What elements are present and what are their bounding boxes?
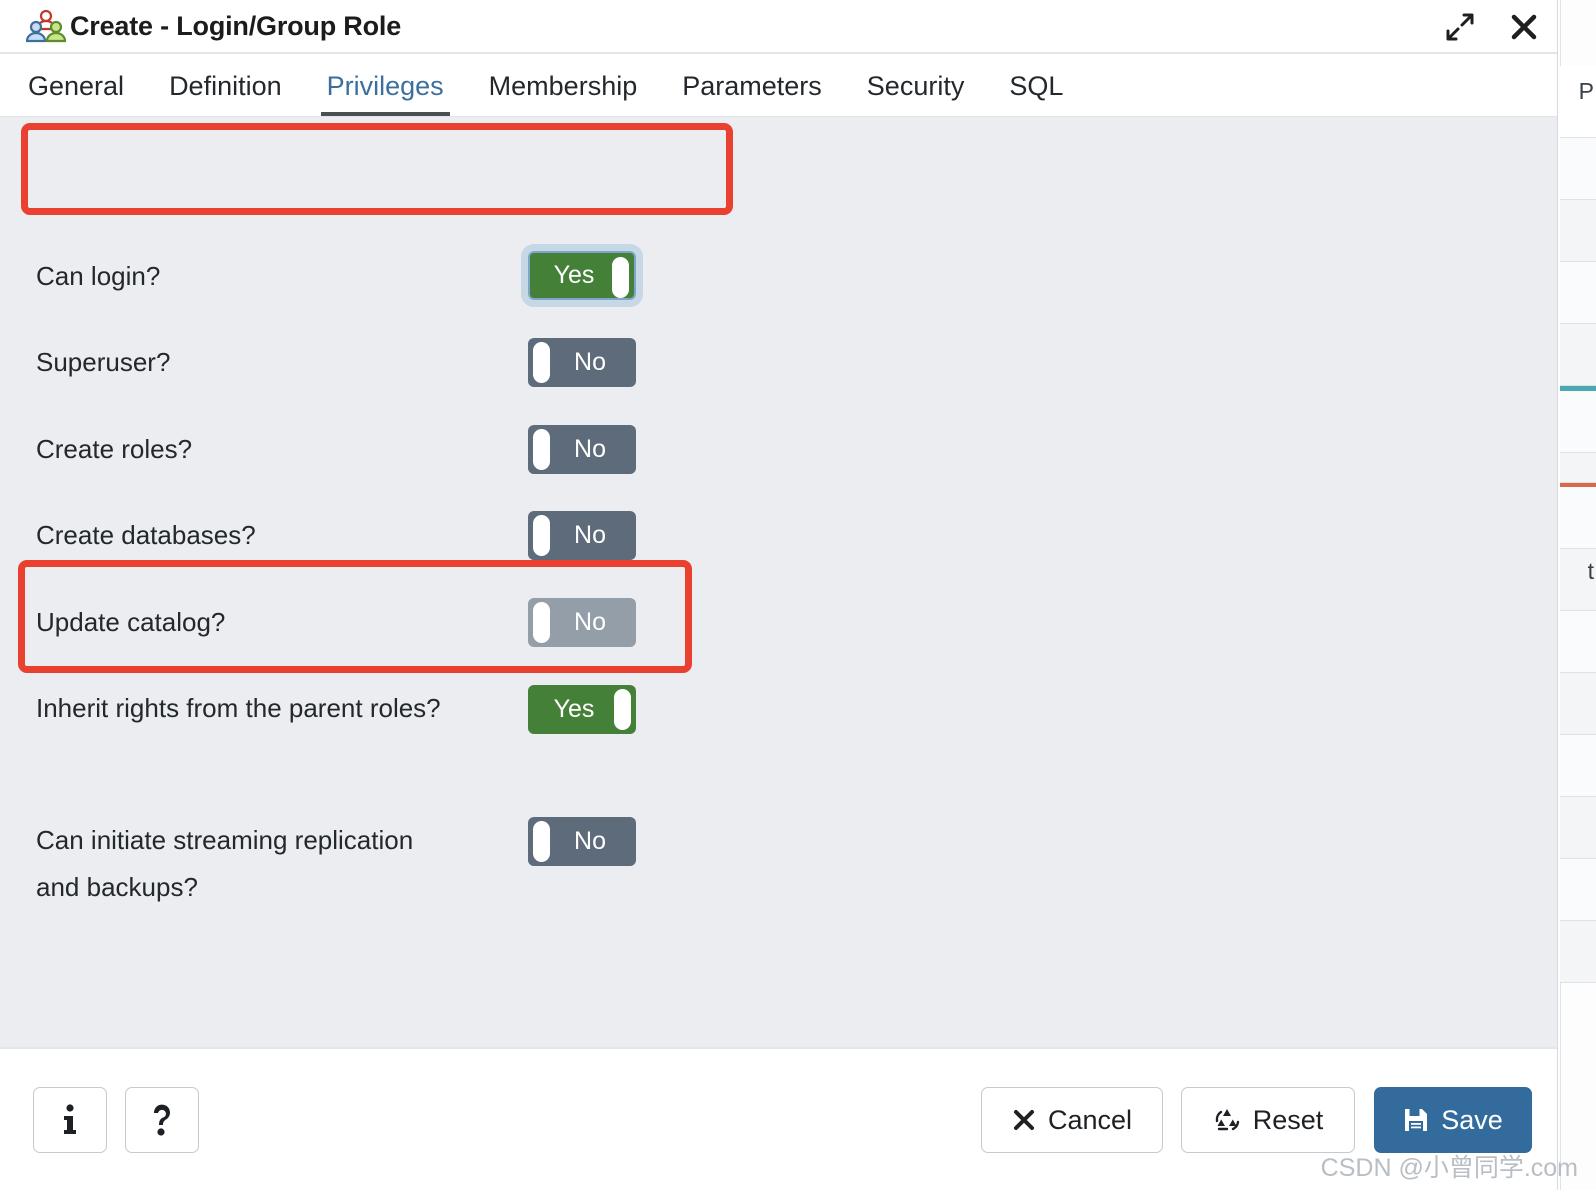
dialog-tabs: General Definition Privileges Membership… bbox=[0, 54, 1557, 116]
tab-sql[interactable]: SQL bbox=[1009, 71, 1063, 116]
tab-general[interactable]: General bbox=[28, 71, 124, 116]
dialog-titlebar: Create - Login/Group Role bbox=[0, 0, 1557, 54]
tab-security[interactable]: Security bbox=[867, 71, 965, 116]
field-label-update-catalog: Update catalog? bbox=[36, 607, 226, 637]
background-row bbox=[1560, 324, 1596, 386]
background-row bbox=[1560, 391, 1596, 453]
reset-button-label: Reset bbox=[1252, 1104, 1324, 1135]
field-label-superuser: Superuser? bbox=[36, 347, 171, 377]
toggle-superuser[interactable]: No bbox=[528, 338, 636, 387]
field-label-create-roles: Create roles? bbox=[36, 434, 193, 464]
field-label-inherit-rights: Inherit rights from the parent roles? bbox=[36, 693, 441, 723]
background-row bbox=[1560, 921, 1596, 983]
window-controls bbox=[1443, 0, 1541, 54]
background-row bbox=[1560, 453, 1596, 483]
maximize-icon[interactable] bbox=[1443, 10, 1477, 44]
background-row bbox=[1560, 487, 1596, 549]
save-disk-icon bbox=[1403, 1107, 1429, 1133]
close-icon[interactable] bbox=[1507, 10, 1541, 44]
toggle-inherit-rights[interactable]: Yes bbox=[528, 685, 636, 734]
tab-parameters[interactable]: Parameters bbox=[682, 71, 822, 116]
create-role-dialog: Create - Login/Group Role General Defini… bbox=[0, 0, 1558, 1190]
toggle-knob bbox=[533, 602, 550, 643]
tab-membership[interactable]: Membership bbox=[489, 71, 638, 116]
toggle-streaming-replication[interactable]: No bbox=[528, 817, 636, 866]
toggle-knob bbox=[614, 689, 631, 730]
toggle-knob bbox=[533, 821, 550, 862]
privileges-panel: Can login? Yes Superuser? No Create role… bbox=[0, 116, 1557, 1047]
background-text: t bbox=[1587, 558, 1594, 584]
toggle-knob bbox=[533, 342, 550, 383]
info-button[interactable] bbox=[33, 1087, 107, 1153]
cancel-button-label: Cancel bbox=[1047, 1104, 1133, 1135]
background-row bbox=[1560, 735, 1596, 797]
reset-button[interactable]: Reset bbox=[1181, 1087, 1355, 1153]
info-icon bbox=[59, 1103, 81, 1137]
cancel-button[interactable]: Cancel bbox=[981, 1087, 1163, 1153]
background-row bbox=[1560, 262, 1596, 324]
toggle-create-roles[interactable]: No bbox=[528, 425, 636, 474]
save-button[interactable]: Save bbox=[1374, 1087, 1532, 1153]
help-button[interactable] bbox=[125, 1087, 199, 1153]
question-mark-icon bbox=[149, 1103, 175, 1137]
background-text: P bbox=[1578, 78, 1594, 104]
toggle-knob bbox=[533, 515, 550, 556]
background-row bbox=[1560, 611, 1596, 673]
background-row bbox=[1560, 859, 1596, 921]
group-role-icon bbox=[25, 9, 67, 43]
toggle-can-login[interactable]: Yes bbox=[521, 244, 643, 307]
toggle-knob bbox=[533, 429, 550, 470]
annotation-box-can-login bbox=[21, 123, 733, 215]
tab-definition[interactable]: Definition bbox=[169, 71, 282, 116]
toggle-knob bbox=[612, 257, 629, 298]
toggle-update-catalog: No bbox=[528, 598, 636, 647]
field-label-streaming-replication: Can initiate streaming replication and b… bbox=[36, 825, 414, 902]
toggle-create-databases[interactable]: No bbox=[528, 511, 636, 560]
background-row bbox=[1560, 200, 1596, 262]
background-row bbox=[1560, 673, 1596, 735]
close-x-icon bbox=[1012, 1108, 1036, 1132]
recycle-icon bbox=[1213, 1106, 1241, 1134]
field-label-create-databases: Create databases? bbox=[36, 520, 256, 550]
dialog-title: Create - Login/Group Role bbox=[70, 10, 402, 41]
field-label-can-login: Can login? bbox=[36, 261, 161, 291]
watermark: CSDN @小曾同学.com bbox=[1320, 1154, 1578, 1182]
background-row bbox=[1560, 797, 1596, 859]
tab-privileges[interactable]: Privileges bbox=[320, 71, 450, 116]
background-row bbox=[1560, 138, 1596, 200]
save-button-label: Save bbox=[1441, 1104, 1503, 1135]
